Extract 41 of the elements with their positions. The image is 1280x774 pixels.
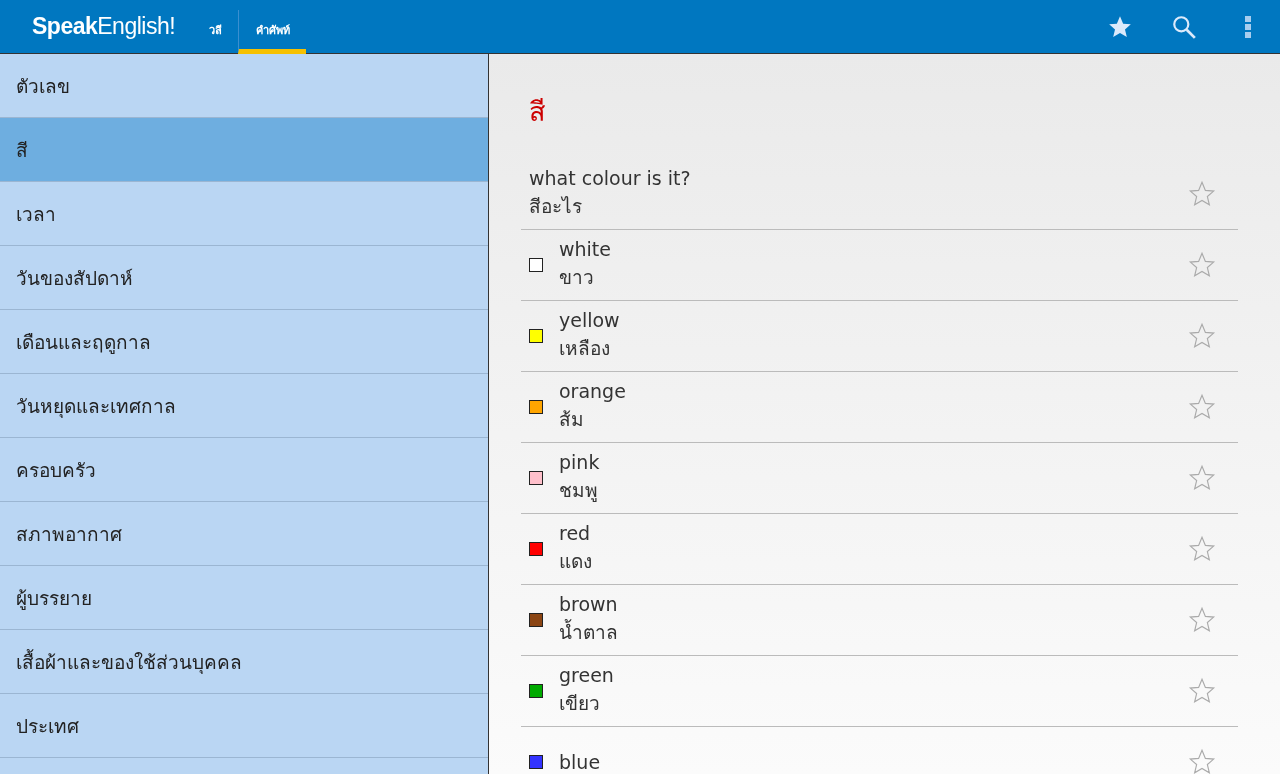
star-button[interactable] [1188, 748, 1216, 774]
english-text: green [559, 664, 615, 686]
category-item[interactable]: ผู้บรรยาย [0, 566, 488, 630]
star-button[interactable] [1188, 180, 1216, 208]
thai-text: สีอะไร [529, 194, 583, 219]
category-item[interactable]: ประเทศ [0, 694, 488, 758]
english-text: blue [559, 751, 602, 773]
english-text: orange [559, 380, 627, 402]
english-text: yellow [559, 309, 621, 331]
thai-text: เหลือง [559, 336, 611, 361]
english-text: white [559, 238, 612, 260]
star-button[interactable] [1188, 322, 1216, 350]
star-button[interactable] [1188, 251, 1216, 279]
category-item[interactable]: สภาพอากาศ [0, 502, 488, 566]
thai-text: แดง [559, 549, 593, 574]
english-text: pink [559, 451, 601, 473]
category-item[interactable]: เสื้อผ้าและของใช้ส่วนบุคคล [0, 630, 488, 694]
category-item[interactable]: เดือนและฤดูกาล [0, 310, 488, 374]
star-button[interactable] [1188, 393, 1216, 421]
category-item[interactable]: สี [0, 118, 488, 182]
star-button[interactable] [1188, 535, 1216, 563]
thai-text: น้ำตาล [559, 618, 619, 645]
category-item[interactable]: วันหยุดและเทศกาล [0, 374, 488, 438]
english-text: brown [559, 593, 619, 615]
thai-text: ชมพู [559, 478, 599, 504]
category-item[interactable]: เวลา [0, 182, 488, 246]
tab[interactable]: วลี [193, 10, 239, 54]
section-title: สี [529, 95, 546, 129]
category-item[interactable]: วันของสัปดาห์ [0, 246, 488, 310]
english-text: what colour is it? [529, 167, 692, 189]
app-logo: SpeakEnglish! [32, 13, 176, 40]
thai-text: ส้ม [559, 407, 585, 432]
star-button[interactable] [1188, 464, 1216, 492]
thai-text: เขียว [559, 691, 601, 716]
english-text: red [559, 522, 592, 544]
search-icon [1171, 13, 1197, 40]
star-button[interactable] [1188, 677, 1216, 705]
thai-text: ขาว [559, 265, 595, 290]
star-button[interactable] [1188, 606, 1216, 634]
overflow-menu-icon [1244, 14, 1252, 39]
category-item[interactable]: ครอบครัว [0, 438, 488, 502]
